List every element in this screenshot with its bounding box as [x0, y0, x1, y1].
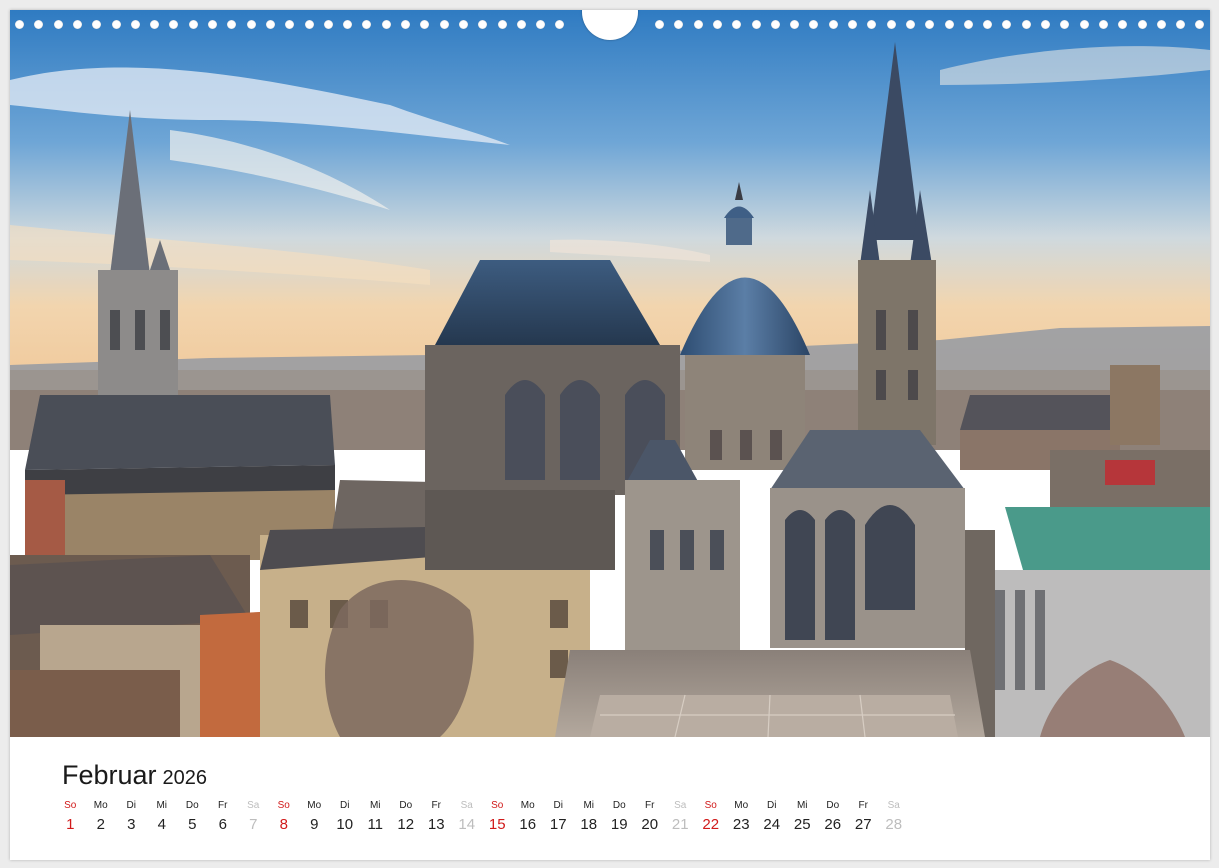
day-number: 8 [279, 816, 288, 833]
day-cell: Mi 18 [574, 800, 605, 834]
day-number: 1 [66, 816, 75, 833]
day-cell: Mo 16 [513, 800, 544, 834]
weekday-label: Di [553, 800, 563, 811]
day-number: 9 [310, 816, 319, 833]
weekday-label: Fr [645, 800, 655, 811]
day-number: 13 [427, 816, 445, 833]
day-cell: Mo 9 [299, 800, 330, 834]
day-cell: Di 24 [757, 800, 788, 834]
weekday-label: So [277, 800, 290, 811]
day-number: 4 [157, 816, 166, 833]
day-number: 20 [641, 816, 659, 833]
day-cell: So 8 [269, 800, 300, 834]
day-cell: Do 5 [177, 800, 208, 834]
day-cell: Di 3 [116, 800, 147, 834]
day-number: 17 [549, 816, 567, 833]
month-title: Februar 2026 [62, 760, 207, 791]
day-cell: Mo 23 [726, 800, 757, 834]
day-cell: So 1 [55, 800, 86, 834]
weekday-label: Mo [520, 800, 535, 811]
weekday-label: So [491, 800, 504, 811]
day-number: 21 [671, 816, 689, 833]
day-number: 25 [793, 816, 811, 833]
day-number: 23 [732, 816, 750, 833]
day-number: 7 [249, 816, 258, 833]
day-number: 6 [218, 816, 227, 833]
weekday-label: Mi [369, 800, 381, 811]
day-number: 24 [763, 816, 781, 833]
calendar-page: Februar 2026 So 1 Mo 2 Di 3 Mi 4 Do 5 Fr 6 Sa 7 So 8 Mo 9 D… [10, 10, 1210, 860]
cathedral-photo [10, 10, 1210, 737]
day-cell: Fr 13 [421, 800, 452, 834]
weekday-label: Sa [887, 800, 900, 811]
month-name: Februar [62, 760, 157, 790]
day-cell: Sa 14 [452, 800, 483, 834]
day-number: 16 [519, 816, 537, 833]
weekday-label: Mo [734, 800, 749, 811]
day-cell: So 15 [482, 800, 513, 834]
day-cell: Do 26 [818, 800, 849, 834]
weekday-label: So [704, 800, 717, 811]
day-cell: Do 19 [604, 800, 635, 834]
weekday-label: Mi [796, 800, 808, 811]
day-number: 14 [458, 816, 476, 833]
day-number: 27 [854, 816, 872, 833]
day-number: 22 [702, 816, 720, 833]
weekday-label: Mi [156, 800, 168, 811]
day-cell: Mo 2 [86, 800, 117, 834]
day-number: 10 [336, 816, 354, 833]
day-number: 5 [188, 816, 197, 833]
weekday-label: Fr [858, 800, 868, 811]
day-cell: Di 10 [330, 800, 361, 834]
day-cell: Fr 20 [635, 800, 666, 834]
weekday-label: Do [185, 800, 199, 811]
day-strip: So 1 Mo 2 Di 3 Mi 4 Do 5 Fr 6 Sa 7 So 8 Mo 9 Di 10 Mi 11 Do 12 F… [55, 800, 909, 834]
day-cell: Mi 4 [147, 800, 178, 834]
day-number: 19 [610, 816, 628, 833]
weekday-label: Mo [307, 800, 322, 811]
day-cell: So 22 [696, 800, 727, 834]
day-number: 12 [397, 816, 415, 833]
day-cell: Fr 6 [208, 800, 239, 834]
day-cell: Fr 27 [848, 800, 879, 834]
day-cell: Sa 7 [238, 800, 269, 834]
weekday-label: Mo [93, 800, 108, 811]
day-cell: Mi 25 [787, 800, 818, 834]
day-cell: Di 17 [543, 800, 574, 834]
day-number: 3 [127, 816, 136, 833]
weekday-label: Do [399, 800, 413, 811]
weekday-label: Sa [460, 800, 473, 811]
weekday-label: Fr [218, 800, 228, 811]
day-cell: Sa 28 [879, 800, 910, 834]
day-number: 15 [488, 816, 506, 833]
weekday-label: Sa [674, 800, 687, 811]
day-number: 28 [885, 816, 903, 833]
weekday-label: Do [612, 800, 626, 811]
weekday-label: Di [767, 800, 777, 811]
weekday-label: Di [340, 800, 350, 811]
weekday-label: Fr [431, 800, 441, 811]
weekday-label: So [64, 800, 77, 811]
day-number: 2 [96, 816, 105, 833]
weekday-label: Di [126, 800, 136, 811]
day-number: 11 [367, 816, 384, 833]
weekday-label: Do [826, 800, 840, 811]
day-cell: Mi 11 [360, 800, 391, 834]
year: 2026 [162, 767, 208, 789]
day-cell: Do 12 [391, 800, 422, 834]
day-cell: Sa 21 [665, 800, 696, 834]
day-number: 26 [824, 816, 842, 833]
weekday-label: Mi [583, 800, 595, 811]
day-number: 18 [580, 816, 598, 833]
weekday-label: Sa [247, 800, 260, 811]
